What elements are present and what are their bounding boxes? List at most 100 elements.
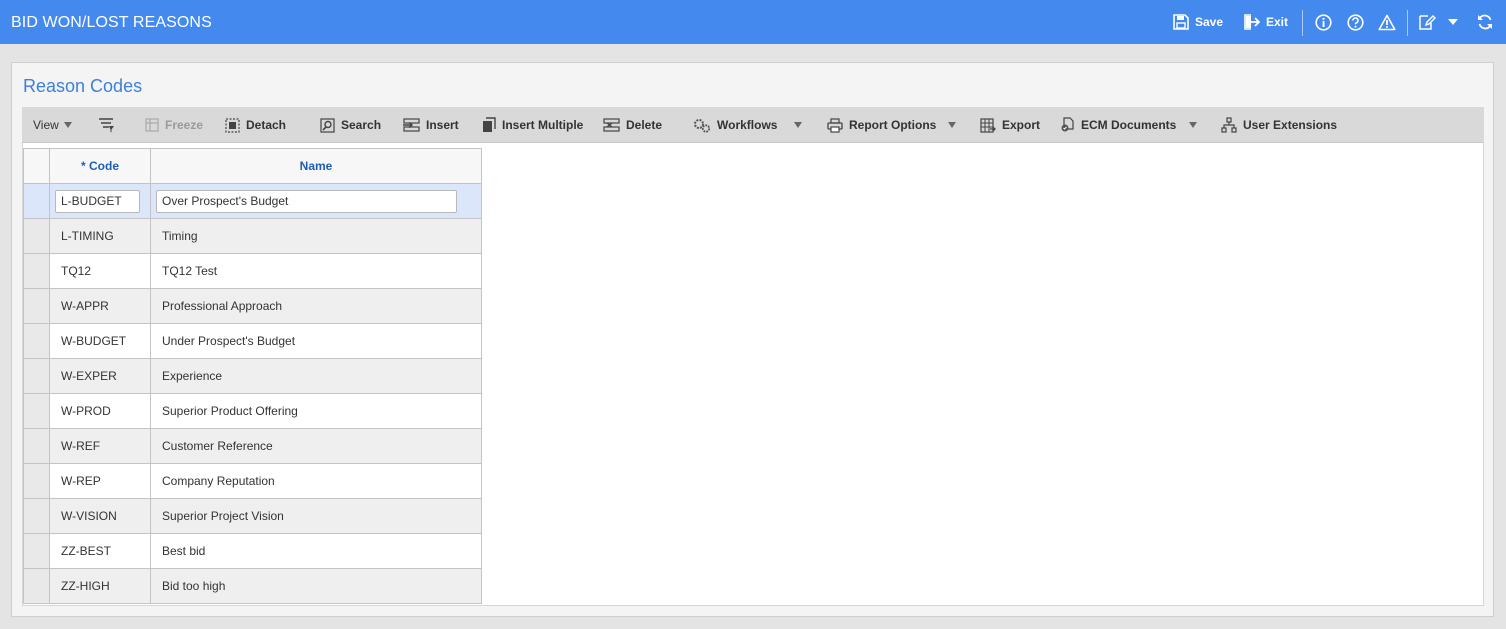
table-row[interactable]: ZZ-BEST Best bid (23, 533, 482, 569)
row-selector[interactable] (23, 323, 50, 359)
ecm-documents-icon (1060, 117, 1075, 133)
printer-icon (827, 117, 843, 133)
detach-button[interactable]: Detach (225, 107, 286, 143)
refresh-icon[interactable] (1476, 13, 1494, 31)
code-cell[interactable]: W-VISION (49, 498, 151, 534)
warning-icon[interactable] (1378, 13, 1396, 31)
workflows-dropdown-caret[interactable] (794, 122, 802, 128)
grid-toolbar: View Freeze Detach Search Insert Insert … (22, 107, 1484, 143)
header-divider-2 (1407, 10, 1408, 36)
exit-icon (1244, 14, 1260, 30)
code-cell[interactable]: L-TIMING (49, 218, 151, 254)
table-row[interactable]: L-TIMING Timing (23, 218, 482, 254)
code-cell[interactable]: W-APPR (49, 288, 151, 324)
code-cell[interactable]: W-PROD (49, 393, 151, 429)
workflows-icon (693, 118, 711, 133)
row-selector[interactable] (23, 533, 50, 569)
search-button[interactable]: Search (320, 107, 381, 143)
column-header-code[interactable]: * Code (49, 148, 151, 184)
delete-label: Delete (626, 118, 663, 132)
table-row[interactable]: W-REF Customer Reference (23, 428, 482, 464)
row-selector[interactable] (23, 218, 50, 254)
name-cell[interactable]: Professional Approach (150, 288, 482, 324)
table-row[interactable]: W-PROD Superior Product Offering (23, 393, 482, 429)
row-selector[interactable] (23, 253, 50, 289)
ecm-documents-dropdown-caret[interactable] (1189, 122, 1197, 128)
row-selector[interactable] (23, 393, 50, 429)
export-button[interactable]: Export (980, 107, 1040, 143)
chevron-down-icon[interactable] (1444, 13, 1462, 31)
insert-multiple-button[interactable]: Insert Multiple (482, 107, 583, 143)
info-icon[interactable] (1314, 13, 1332, 31)
code-cell[interactable]: W-REP (49, 463, 151, 499)
name-cell[interactable]: Experience (150, 358, 482, 394)
row-selector[interactable] (23, 498, 50, 534)
row-selector[interactable] (23, 568, 50, 604)
insert-button[interactable]: Insert (403, 107, 459, 143)
table-row[interactable]: W-BUDGET Under Prospect's Budget (23, 323, 482, 359)
row-selector[interactable] (23, 183, 50, 219)
column-header-name[interactable]: Name (150, 148, 482, 184)
app-header: BID WON/LOST REASONS Save Exit (0, 0, 1506, 44)
name-cell[interactable]: Superior Product Offering (150, 393, 482, 429)
code-cell[interactable]: W-REF (49, 428, 151, 464)
name-cell[interactable]: Under Prospect's Budget (150, 323, 482, 359)
table-row-active[interactable]: L-BUDGET Over Prospect's Budget (23, 183, 482, 219)
name-cell[interactable]: Bid too high (150, 568, 482, 604)
name-cell[interactable]: Timing (150, 218, 482, 254)
table-row[interactable]: TQ12 TQ12 Test (23, 253, 482, 289)
ecm-documents-button[interactable]: ECM Documents (1060, 107, 1176, 143)
detach-icon (225, 117, 240, 133)
name-input[interactable]: Over Prospect's Budget (156, 189, 457, 213)
name-cell[interactable]: TQ12 Test (150, 253, 482, 289)
code-cell[interactable]: ZZ-HIGH (49, 568, 151, 604)
table-row[interactable]: W-APPR Professional Approach (23, 288, 482, 324)
filter-button[interactable] (98, 107, 122, 143)
row-selector[interactable] (23, 428, 50, 464)
user-extensions-label: User Extensions (1243, 118, 1338, 132)
freeze-button[interactable]: Freeze (145, 107, 203, 143)
ecm-documents-label: ECM Documents (1081, 118, 1177, 132)
table-row[interactable]: W-REP Company Reputation (23, 463, 482, 499)
name-cell[interactable]: Company Reputation (150, 463, 482, 499)
page-title: BID WON/LOST REASONS (11, 14, 212, 31)
edit-icon[interactable] (1418, 13, 1436, 31)
save-label: Save (1195, 15, 1224, 29)
code-cell[interactable]: ZZ-BEST (49, 533, 151, 569)
freeze-icon (145, 118, 159, 132)
code-cell[interactable]: TQ12 (49, 253, 151, 289)
code-cell[interactable]: W-EXPER (49, 358, 151, 394)
code-cell[interactable]: W-BUDGET (49, 323, 151, 359)
row-selector[interactable] (23, 288, 50, 324)
grid-content-area: * Code Name L-BUDGET Over Prospect's Bud… (22, 143, 1484, 606)
name-cell[interactable]: Best bid (150, 533, 482, 569)
view-label: View (33, 118, 59, 132)
row-selector[interactable] (23, 358, 50, 394)
view-menu[interactable]: View (33, 107, 59, 143)
report-options-dropdown-caret[interactable] (948, 122, 956, 128)
name-cell[interactable]: Superior Project Vision (150, 498, 482, 534)
export-label: Export (1002, 118, 1041, 132)
code-input[interactable]: L-BUDGET (55, 189, 140, 213)
freeze-label: Freeze (165, 118, 204, 132)
report-options-button[interactable]: Report Options (827, 107, 936, 143)
header-divider (1302, 10, 1303, 36)
name-cell[interactable]: Customer Reference (150, 428, 482, 464)
view-dropdown-caret[interactable] (64, 122, 72, 128)
delete-button[interactable]: Delete (603, 107, 662, 143)
row-selector-header (23, 148, 50, 184)
workflows-label: Workflows (717, 118, 778, 132)
user-extensions-button[interactable]: User Extensions (1221, 107, 1337, 143)
row-selector[interactable] (23, 463, 50, 499)
export-grid-icon (980, 117, 996, 133)
workflows-button[interactable]: Workflows (693, 107, 777, 143)
help-icon[interactable] (1346, 13, 1364, 31)
table-row[interactable]: W-EXPER Experience (23, 358, 482, 394)
exit-button[interactable]: Exit (1244, 12, 1288, 32)
table-row[interactable]: ZZ-HIGH Bid too high (23, 568, 482, 604)
code-cell: L-BUDGET (49, 183, 151, 219)
name-cell: Over Prospect's Budget (150, 183, 482, 219)
save-button[interactable]: Save (1173, 12, 1223, 32)
table-row[interactable]: W-VISION Superior Project Vision (23, 498, 482, 534)
search-icon (320, 117, 335, 133)
